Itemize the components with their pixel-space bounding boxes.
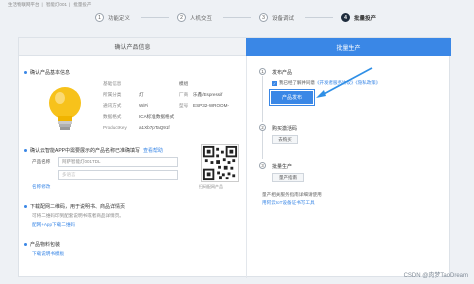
- mass-production-guide-button[interactable]: 量产指南: [272, 173, 304, 182]
- download-title: 下载配网二维码，用于说明书、商品详情页: [24, 203, 125, 210]
- step-number: 3: [259, 13, 268, 22]
- step-device-debug[interactable]: 3 设备调试: [259, 13, 294, 22]
- breadcrumb-item[interactable]: 智能灯001: [46, 2, 67, 7]
- app-name-title: 确认云智能APP中需要展示的产品名称已准确填写 查看帮助: [24, 147, 163, 154]
- step-label: 功能定义: [108, 15, 131, 22]
- breadcrumb-item[interactable]: 生活物联网平台: [8, 2, 40, 7]
- progress-steps: 1 功能定义 2 人机交互 3 设备调试 4 批量投产: [95, 13, 385, 29]
- cert-tool-link[interactable]: 用阿云IoT设备证书写工具: [262, 200, 315, 206]
- publish-product-button[interactable]: 产品发布: [268, 88, 316, 107]
- info-value-basic: 模组: [179, 81, 189, 86]
- step-number: 4: [341, 13, 350, 22]
- product-name-field[interactable]: 阿萨智能灯001TDL: [58, 157, 178, 167]
- product-info-title: 确认产品基本信息: [24, 69, 70, 76]
- step-hmi[interactable]: 2 人机交互: [177, 13, 212, 22]
- panel-divider: [246, 56, 247, 278]
- info-row-comm: 通讯方式 WiFi: [103, 103, 149, 108]
- breadcrumb: 生活物联网平台 | 智能灯001 | 批量投产: [8, 2, 92, 7]
- qr-label: 扫码配网产品: [199, 184, 223, 189]
- bullet-icon: [24, 243, 27, 246]
- step-number: 2: [177, 13, 186, 22]
- annotation-arrow-icon: [316, 67, 373, 98]
- mass-step-number: 3: [259, 162, 266, 169]
- info-row-basic: 基础信息: [103, 81, 122, 86]
- purchase-step-number: 2: [259, 124, 266, 131]
- checkmark-icon: ✓: [272, 80, 277, 86]
- material-title: 产品物料包装: [24, 241, 60, 248]
- qr-code-icon: [201, 144, 239, 182]
- step-function-definition[interactable]: 1 功能定义: [95, 13, 130, 22]
- info-row-model: 型号 ESP32-WROOM-: [179, 103, 229, 108]
- step-connector: [305, 17, 333, 18]
- step-connector: [262, 131, 263, 159]
- publish-title: 发布产品: [272, 70, 293, 76]
- info-row-vendor: 厂商 乐鑫/Espressif: [179, 92, 223, 97]
- step-batch-production[interactable]: 4 批量投产: [341, 13, 376, 22]
- download-desc: 可将二维码印到配套说明书或者商品详情页。: [32, 213, 124, 218]
- help-link[interactable]: 查看帮助: [143, 147, 163, 154]
- step-label: 设备调试: [272, 15, 295, 22]
- product-name-label: 产品名称: [32, 159, 51, 164]
- step-label: 批量投产: [354, 15, 377, 22]
- step-label: 人机交互: [190, 15, 213, 22]
- step-connector: [141, 17, 169, 18]
- mass-production-note: 量产相关服务指南详细请使用: [262, 192, 322, 197]
- bullet-icon: [24, 205, 27, 208]
- info-row-category: 所属分类灯: [103, 92, 144, 97]
- breadcrumb-item: 批量投产: [73, 2, 92, 7]
- bullet-icon: [24, 149, 27, 152]
- step-connector: [262, 76, 263, 122]
- step-connector: [223, 17, 251, 18]
- multilang-name-field[interactable]: 多语言: [58, 170, 178, 180]
- tab-batch-production[interactable]: 批量生产: [246, 38, 451, 56]
- publish-step-number: 1: [259, 68, 266, 75]
- batch-production-page: 生活物联网平台 | 智能灯001 | 批量投产 1 功能定义 2 人机交互 3 设备…: [0, 0, 474, 284]
- info-row-data-format: 数据格式 ICA标准数据格式: [103, 114, 175, 119]
- download-qr-link[interactable]: 配网+App下载二维码: [32, 222, 75, 228]
- light-bulb-icon: [49, 87, 81, 130]
- watermark: CSDN @肉梦TaoDream: [403, 273, 468, 279]
- purchase-title: 购买激活码: [272, 126, 298, 132]
- info-row-productkey: ProductKey a1Xb7pTaQ91f: [103, 125, 170, 130]
- tab-confirm-product-info[interactable]: 确认产品信息: [19, 38, 246, 56]
- bullet-icon: [24, 71, 27, 74]
- buy-activation-button[interactable]: 去购买: [272, 135, 298, 144]
- download-manual-link[interactable]: 下载说明书模板: [32, 251, 64, 257]
- mass-production-title: 批量生产: [272, 164, 293, 170]
- step-number: 1: [95, 13, 104, 22]
- rename-link[interactable]: 名称修改: [32, 184, 50, 190]
